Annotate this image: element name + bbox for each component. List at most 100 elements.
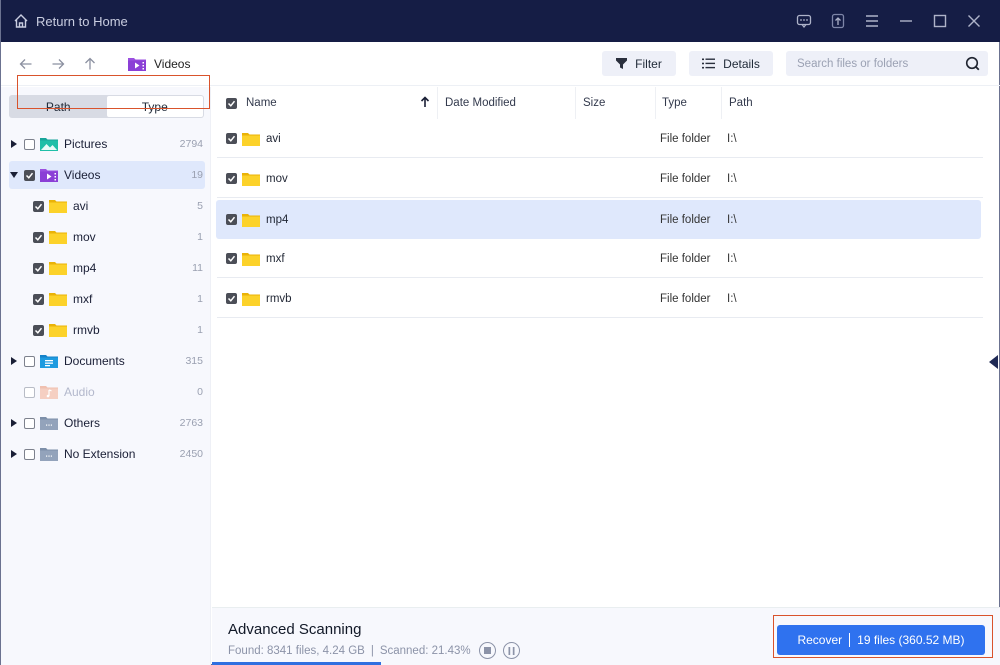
pictures-folder-icon [40,137,58,151]
row-name: mxf [266,252,285,265]
table-row[interactable]: avi File folder I:\ [217,120,983,158]
tab-path[interactable]: Path [10,96,107,117]
sidebar-item-videos[interactable]: Videos 19 [9,161,205,189]
row-type: File folder [660,132,711,145]
checkbox[interactable] [33,200,44,212]
checkbox[interactable] [33,262,44,274]
sidebar-item-mov[interactable]: mov 1 [9,223,205,251]
sidebar-item-label: Documents [64,354,125,368]
tab-type[interactable]: Type [106,96,203,117]
sidebar-item-label: Pictures [64,137,108,151]
checkbox[interactable] [33,293,44,305]
upload-icon [831,13,845,29]
home-icon [14,14,28,28]
checkbox[interactable] [24,417,35,429]
others-folder-icon [40,416,58,430]
folder-icon [49,261,67,275]
column-path[interactable]: Path [721,87,921,119]
folder-icon [242,132,260,146]
checkbox [24,386,35,398]
sidebar-item-label: mxf [73,292,93,306]
item-count: 2450 [179,448,203,460]
maximize-icon [933,14,947,28]
close-button[interactable] [957,0,991,42]
column-type[interactable]: Type [655,87,721,119]
column-date-modified[interactable]: Date Modified [437,87,575,119]
table-row[interactable]: mxf File folder I:\ [217,240,983,278]
collapse-panel-handle-icon[interactable] [988,355,998,369]
row-path: I:\ [727,252,737,265]
menu-button[interactable] [855,0,889,42]
row-checkbox[interactable] [226,253,237,264]
sidebar-item-label: mp4 [73,261,97,275]
sidebar: Path Type Pictures 2794 Videos 19 avi 5 [1,87,211,665]
sidebar-item-rmvb[interactable]: rmvb 1 [9,316,205,344]
checkbox[interactable] [24,448,35,460]
up-button[interactable] [74,48,106,80]
sidebar-item-label: Others [64,416,101,430]
column-size[interactable]: Size [575,87,655,119]
row-type: File folder [660,213,711,226]
videos-folder-icon [128,57,146,71]
sidebar-item-documents[interactable]: Documents 315 [9,347,205,375]
search-input[interactable] [786,57,956,70]
arrow-up-icon [85,57,95,69]
details-label: Details [723,56,760,71]
item-count: 2763 [179,417,203,429]
sidebar-item-no-extension[interactable]: No Extension 2450 [9,440,205,468]
forward-button[interactable] [42,48,74,80]
sidebar-item-pictures[interactable]: Pictures 2794 [9,130,205,158]
checkbox[interactable] [24,138,35,150]
expand-icon[interactable] [9,450,19,458]
row-type: File folder [660,172,711,185]
back-button[interactable] [10,48,42,80]
row-name: mp4 [266,213,289,226]
breadcrumb-current[interactable]: Videos [154,57,190,71]
upload-button[interactable] [821,0,855,42]
row-name: avi [266,132,281,145]
return-home-button[interactable]: Return to Home [13,13,128,29]
checkbox[interactable] [24,355,35,367]
filter-button[interactable]: Filter [602,51,676,76]
menu-icon [866,15,878,27]
checkbox[interactable] [33,324,44,336]
table-row[interactable]: mov File folder I:\ [217,160,983,198]
scanned-percent: Scanned: 21.43% [379,644,471,657]
item-count: 19 [191,169,203,181]
recover-button[interactable]: Recover 19 files (360.52 MB) [777,625,985,655]
stop-scan-button[interactable] [478,642,496,659]
expand-icon[interactable] [9,419,19,427]
row-path: I:\ [727,213,737,226]
checkbox[interactable] [24,169,35,181]
pause-scan-button[interactable] [502,642,520,659]
breadcrumb: Videos [128,57,190,71]
expand-icon[interactable] [9,357,19,365]
details-button[interactable]: Details [689,51,773,76]
sort-ascending-icon[interactable] [420,96,430,108]
sidebar-item-mp4[interactable]: mp4 11 [9,254,205,282]
filter-icon [616,58,628,69]
sidebar-item-avi[interactable]: avi 5 [9,192,205,220]
search-icon[interactable] [965,56,980,71]
item-count: 1 [197,231,203,243]
select-all-checkbox[interactable] [226,87,237,119]
sidebar-item-others[interactable]: Others 2763 [9,409,205,437]
checkbox[interactable] [33,231,44,243]
expand-icon[interactable] [9,140,19,148]
row-checkbox[interactable] [226,293,237,304]
maximize-button[interactable] [923,0,957,42]
collapse-icon[interactable] [9,172,19,178]
feedback-button[interactable] [787,0,821,42]
sidebar-item-mxf[interactable]: mxf 1 [9,285,205,313]
folder-icon [242,213,260,227]
sidebar-item-label: No Extension [64,447,136,461]
status-bar: Advanced Scanning Found: 8341 files, 4.2… [212,607,1000,665]
column-name[interactable]: Name [246,87,436,119]
folder-icon [49,199,67,213]
row-checkbox[interactable] [226,173,237,184]
row-checkbox[interactable] [226,214,237,225]
row-checkbox[interactable] [226,133,237,144]
table-row[interactable]: rmvb File folder I:\ [217,280,983,318]
minimize-button[interactable] [889,0,923,42]
table-row-selected[interactable]: mp4 File folder I:\ [216,200,981,239]
